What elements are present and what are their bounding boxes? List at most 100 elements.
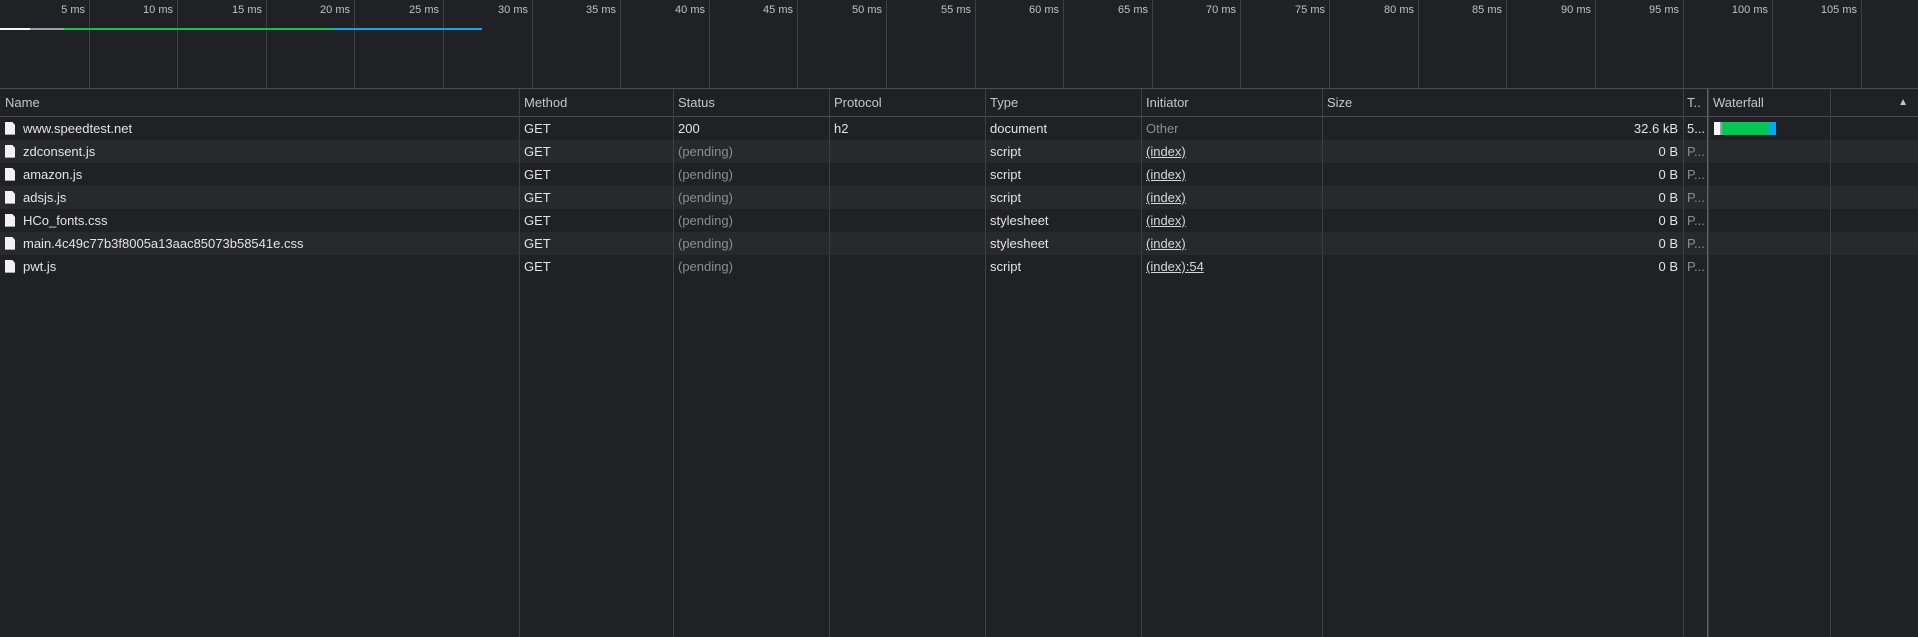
cell-name[interactable]: zdconsent.js: [0, 140, 519, 163]
overview-tick-label: 55 ms: [941, 4, 971, 16]
cell-time: P...: [1687, 236, 1705, 251]
overview-gridline: [177, 0, 178, 88]
column-header-waterfall[interactable]: Waterfall ▲: [1708, 89, 1918, 116]
sort-ascending-icon[interactable]: ▲: [1898, 89, 1908, 116]
overview-bar-waiting: [64, 28, 334, 30]
cell-name[interactable]: amazon.js: [0, 163, 519, 186]
request-name: HCo_fonts.css: [23, 213, 108, 228]
cell-size: 0 B: [1658, 213, 1678, 228]
cell-method: GET: [524, 190, 551, 205]
column-header-time[interactable]: T..: [1683, 89, 1708, 116]
cell-type: script: [990, 259, 1022, 274]
cell-time: P...: [1687, 144, 1705, 159]
table-row[interactable]: amazon.js GET (pending) script (index) 0 B P..…: [0, 163, 1918, 186]
overview-gridline: [354, 0, 355, 88]
cell-time: P...: [1687, 259, 1705, 274]
overview-gridline: [89, 0, 90, 88]
overview-gridline: [443, 0, 444, 88]
request-name: main.4c49c77b3f8005a13aac85073b58541e.cs…: [23, 236, 304, 251]
column-divider[interactable]: [1683, 89, 1684, 637]
table-row[interactable]: adsjs.js GET (pending) script (index) 0 B P...: [0, 186, 1918, 209]
cell-initiator[interactable]: (index): [1141, 186, 1322, 209]
cell-protocol: [829, 209, 985, 232]
cell-initiator[interactable]: (index):54: [1141, 255, 1322, 278]
cell-name[interactable]: www.speedtest.net: [0, 117, 519, 140]
cell-size: 0 B: [1658, 236, 1678, 251]
file-icon: [5, 190, 15, 204]
cell-initiator[interactable]: (index): [1141, 232, 1322, 255]
cell-name[interactable]: HCo_fonts.css: [0, 209, 519, 232]
column-header-name[interactable]: Name: [0, 89, 519, 116]
column-divider[interactable]: [985, 89, 986, 637]
cell-time: P...: [1687, 213, 1705, 228]
overview-gridline: [1683, 0, 1684, 88]
table-row[interactable]: HCo_fonts.css GET (pending) stylesheet (inde…: [0, 209, 1918, 232]
overview-tick-label: 65 ms: [1118, 4, 1148, 16]
cell-initiator: Other: [1146, 121, 1179, 136]
overview-tick-label: 20 ms: [320, 4, 350, 16]
overview-timeline[interactable]: 5 ms 10 ms 15 ms 20 ms 25 ms 30 ms 35 ms 40 ms 4…: [0, 0, 1918, 89]
cell-name[interactable]: adsjs.js: [0, 186, 519, 209]
overview-tick-label: 90 ms: [1561, 4, 1591, 16]
column-divider[interactable]: [519, 89, 520, 637]
cell-name[interactable]: main.4c49c77b3f8005a13aac85073b58541e.cs…: [0, 232, 519, 255]
overview-tick-label: 50 ms: [852, 4, 882, 16]
overview-tick-label: 105 ms: [1820, 4, 1857, 16]
overview-gridline: [532, 0, 533, 88]
column-header-protocol[interactable]: Protocol: [829, 89, 985, 116]
column-header-method[interactable]: Method: [519, 89, 673, 116]
overview-tick-label: 1: [1885, 4, 1918, 16]
table-row[interactable]: zdconsent.js GET (pending) script (index) 0 B…: [0, 140, 1918, 163]
cell-method: GET: [524, 144, 551, 159]
waterfall-waiting: [1722, 122, 1769, 135]
column-header-status[interactable]: Status: [673, 89, 829, 116]
overview-gridline: [1063, 0, 1064, 88]
column-divider[interactable]: [673, 89, 674, 637]
cell-initiator[interactable]: (index): [1141, 163, 1322, 186]
column-divider: [1830, 89, 1831, 637]
column-divider[interactable]: [829, 89, 830, 637]
request-name: zdconsent.js: [23, 144, 96, 159]
cell-protocol: [829, 255, 985, 278]
cell-status: (pending): [678, 167, 733, 182]
table-row[interactable]: main.4c49c77b3f8005a13aac85073b58541e.cs…: [0, 232, 1918, 255]
overview-gridline: [1240, 0, 1241, 88]
overview-gridline: [709, 0, 710, 88]
cell-time: 5...: [1687, 121, 1706, 136]
request-name: www.speedtest.net: [23, 121, 133, 136]
request-name: amazon.js: [23, 167, 83, 182]
cell-size: 0 B: [1658, 259, 1678, 274]
cell-initiator[interactable]: (index): [1141, 140, 1322, 163]
request-name: adsjs.js: [23, 190, 67, 205]
column-header-size[interactable]: Size: [1322, 89, 1683, 116]
cell-protocol: [829, 232, 985, 255]
table-row[interactable]: www.speedtest.net GET 200 h2 document Other 32…: [0, 117, 1918, 140]
overview-tick-label: 85 ms: [1472, 4, 1502, 16]
column-divider[interactable]: [1141, 89, 1142, 637]
overview-gridline: [1329, 0, 1330, 88]
cell-method: GET: [524, 236, 551, 251]
overview-gridline: [797, 0, 798, 88]
cell-status: (pending): [678, 213, 733, 228]
overview-gridline: [975, 0, 976, 88]
cell-type: script: [990, 190, 1022, 205]
table-row[interactable]: pwt.js GET (pending) script (index):54 0 B P..…: [0, 255, 1918, 278]
table-header: Name Method Status Protocol Type Initiat…: [0, 89, 1918, 117]
overview-tick-label: 10 ms: [143, 4, 173, 16]
overview-tick-label: 35 ms: [586, 4, 616, 16]
cell-protocol: h2: [834, 121, 849, 136]
cell-size: 0 B: [1658, 144, 1678, 159]
column-divider[interactable]: [1708, 89, 1709, 637]
request-name: pwt.js: [23, 259, 57, 274]
cell-name[interactable]: pwt.js: [0, 255, 519, 278]
column-divider[interactable]: [1322, 89, 1323, 637]
cell-type: stylesheet: [990, 236, 1049, 251]
column-header-type[interactable]: Type: [985, 89, 1141, 116]
cell-size: 32.6 kB: [1633, 121, 1678, 136]
request-table: Name Method Status Protocol Type Initiat…: [0, 89, 1918, 637]
overview-gridline: [1506, 0, 1507, 88]
cell-protocol: [829, 186, 985, 209]
cell-initiator[interactable]: (index): [1141, 209, 1322, 232]
cell-size: 0 B: [1658, 190, 1678, 205]
column-header-initiator[interactable]: Initiator: [1141, 89, 1322, 116]
